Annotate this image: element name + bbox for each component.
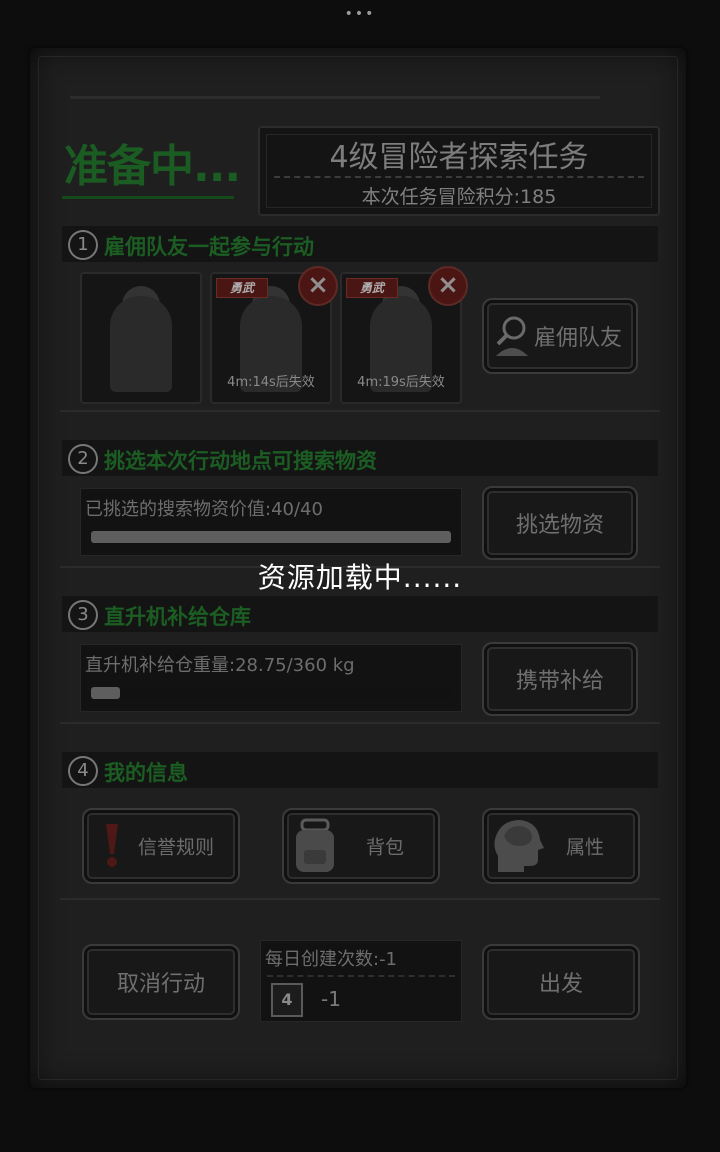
teammate-timer: 4m:19s后失效	[357, 375, 445, 390]
character-portrait	[110, 296, 172, 392]
status-title: 准备中...	[64, 141, 241, 192]
teammate-tag: 勇武	[216, 278, 268, 298]
section-number: 1	[68, 230, 98, 260]
daily-count-box: 每日创建次数:-1 4 -1	[260, 940, 462, 1022]
hire-teammate-button[interactable]: 雇佣队友	[482, 298, 638, 374]
reputation-rules-label: 信誉规则	[138, 836, 215, 859]
section-title: 挑选本次行动地点可搜索物资	[104, 449, 377, 473]
attributes-button[interactable]: 属性	[482, 808, 640, 884]
daily-count-label: 每日创建次数:-1	[265, 949, 398, 970]
exclamation-icon	[106, 824, 118, 867]
section-number: 3	[68, 600, 98, 630]
warehouse-info-box: 直升机补给仓重量:28.75/360 kg	[80, 644, 462, 712]
reputation-rules-button[interactable]: 信誉规则	[82, 808, 240, 884]
cancel-action-label: 取消行动	[116, 972, 205, 997]
hire-button-label: 雇佣队友	[533, 326, 622, 351]
panel-top-edge	[70, 96, 600, 99]
select-supplies-button[interactable]: 挑选物资	[482, 486, 638, 560]
section-divider	[60, 722, 660, 724]
teammate-timer: 4m:14s后失效	[227, 375, 315, 390]
backpack-label: 背包	[366, 836, 405, 859]
section-title: 我的信息	[104, 761, 188, 785]
warehouse-weight-text: 直升机补给仓重量:28.75/360 kg	[85, 655, 355, 676]
attributes-label: 属性	[566, 836, 605, 859]
remove-teammate-icon[interactable]: ×	[428, 266, 468, 306]
section-warehouse-header: 3 直升机补给仓库	[62, 596, 658, 632]
cancel-action-button[interactable]: 取消行动	[82, 944, 240, 1020]
teammate-tag: 勇武	[346, 278, 398, 298]
warehouse-progress-fill	[91, 687, 120, 699]
supplies-value-text: 已挑选的搜索物资价值:40/40	[85, 499, 323, 520]
supplies-progress-track	[91, 531, 451, 543]
loading-text: 资源加载中......	[257, 561, 463, 594]
supplies-progress-fill	[91, 531, 451, 543]
status-underline	[62, 196, 234, 199]
warehouse-progress-track	[91, 687, 451, 699]
section-divider	[60, 898, 660, 900]
window-menu-dots[interactable]: •••	[0, 6, 720, 22]
section-my-info-header: 4 我的信息	[62, 752, 658, 788]
mission-title: 4级冒险者探索任务	[329, 140, 589, 175]
backpack-icon	[296, 818, 334, 872]
section-divider	[60, 410, 660, 412]
carry-supplies-label: 携带补给	[515, 669, 604, 694]
section-title: 直升机补给仓库	[104, 605, 251, 629]
section-title: 雇佣队友一起参与行动	[104, 235, 314, 259]
section-number: 4	[68, 756, 98, 786]
mission-info-box: 4级冒险者探索任务 本次任务冒险积分:185	[258, 126, 660, 216]
mission-score: 本次任务冒险积分:185	[361, 186, 557, 208]
section-hire-header: 1 雇佣队友一起参与行动	[62, 226, 658, 262]
daily-count-value: -1	[321, 987, 341, 1011]
depart-label: 出发	[538, 972, 583, 997]
teammate-card-self[interactable]	[80, 272, 202, 404]
remove-teammate-icon[interactable]: ×	[298, 266, 338, 306]
section-number: 2	[68, 444, 98, 474]
section-supplies-header: 2 挑选本次行动地点可搜索物资	[62, 440, 658, 476]
depart-button[interactable]: 出发	[482, 944, 640, 1020]
calendar-icon: 4	[271, 983, 303, 1017]
supplies-info-box: 已挑选的搜索物资价值:40/40	[80, 488, 462, 556]
mission-divider	[274, 176, 644, 178]
brain-head-icon	[494, 820, 544, 872]
select-supplies-label: 挑选物资	[515, 513, 604, 538]
backpack-button[interactable]: 背包	[282, 808, 440, 884]
daily-count-divider	[267, 975, 455, 977]
carry-supplies-button[interactable]: 携带补给	[482, 642, 638, 716]
